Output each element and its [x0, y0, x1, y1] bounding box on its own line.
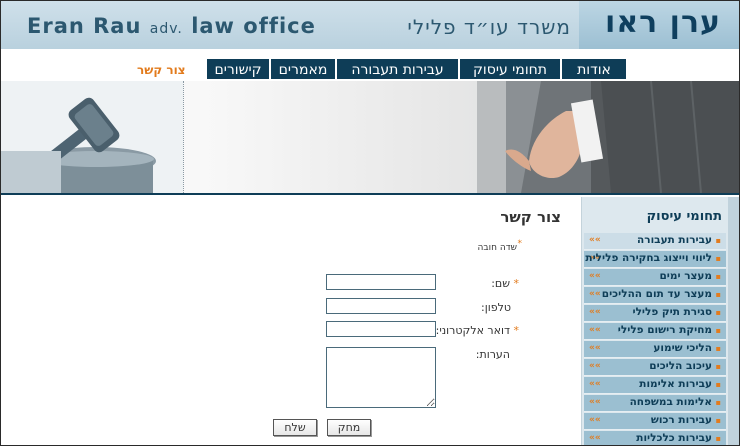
submit-button[interactable]: שלח — [273, 419, 317, 436]
tab-articles[interactable]: מאמרים — [270, 58, 336, 80]
hebrew-name: ערן ראו — [605, 5, 721, 40]
name-required-star: * — [513, 277, 520, 290]
english-suffix: law office — [191, 14, 316, 38]
required-star: * — [517, 239, 523, 249]
double-arrow-icon: «« — [589, 415, 601, 425]
double-arrow-icon: «« — [589, 307, 601, 317]
sidebar-item[interactable]: «« ▪ אלימות במשפחה — [584, 395, 726, 412]
sidebar-item[interactable]: «« ▪ עבירות תעבורה — [584, 233, 726, 250]
notes-label: הערות: — [475, 348, 510, 361]
sidebar-item-label: אלימות במשפחה — [629, 396, 712, 408]
bullet-icon: ▪ — [715, 416, 721, 425]
email-required-star: * — [513, 324, 520, 337]
bullet-icon: ▪ — [715, 344, 721, 353]
double-arrow-icon: «« — [589, 271, 601, 281]
nav-contact-link[interactable]: צור קשר — [137, 63, 186, 77]
bullet-icon: ▪ — [715, 254, 721, 263]
sidebar-item[interactable]: «« ▪ מעצר ימים — [584, 269, 726, 286]
email-field[interactable] — [326, 321, 436, 337]
bullet-icon: ▪ — [715, 398, 721, 407]
bullet-icon: ▪ — [715, 236, 721, 245]
english-logo[interactable]: Eran Rau adv. law office — [27, 14, 316, 38]
sidebar-item[interactable]: «« ▪ מעצר עד תום ההליכים — [584, 287, 726, 304]
sidebar-title: תחומי עיסוק — [646, 209, 722, 224]
tab-traffic-offenses[interactable]: עבירות תעבורה — [336, 58, 459, 80]
phone-label: טלפון: — [481, 301, 511, 314]
notes-field[interactable] — [326, 347, 436, 408]
tab-practice-areas[interactable]: תחומי עיסוק — [459, 58, 561, 80]
email-label: * דואר אלקטרוני: — [435, 324, 520, 337]
double-arrow-icon: «« — [589, 289, 601, 299]
sidebar-item[interactable]: «« ▪ עבירות אלימות — [584, 377, 726, 394]
bullet-icon: ▪ — [715, 380, 721, 389]
sidebar-scrollbar[interactable] — [728, 197, 739, 445]
sidebar-item[interactable]: «« ▪ סגירת תיק פלילי — [584, 305, 726, 322]
hebrew-subtitle: משרד עו״ד פלילי — [407, 15, 571, 39]
sidebar-item-label: עבירות אלימות — [639, 378, 712, 390]
sidebar-item-label: עבירות רכוש — [650, 414, 712, 426]
practice-areas-sidebar: תחומי עיסוק «« ▪ עבירות תעבורה «« ▪ ליווי ויי… — [581, 197, 728, 445]
double-arrow-icon: «« — [589, 361, 601, 371]
sidebar-item[interactable]: «« ▪ עבירות רכוש — [584, 413, 726, 430]
double-arrow-icon: «« — [589, 379, 601, 389]
english-adv: adv. — [149, 21, 183, 37]
clear-button[interactable]: מחק — [327, 419, 371, 436]
page-title: צור קשר — [500, 208, 561, 226]
sidebar-item-label: מחיקת רישום פלילי — [617, 324, 712, 336]
sidebar-item-label: מעצר עד תום ההליכים — [601, 288, 712, 300]
sidebar-item-label: עבירות כלכליות — [636, 432, 712, 444]
bullet-icon: ▪ — [715, 272, 721, 281]
sidebar-item-label: הליכי שימוע — [653, 342, 712, 354]
required-note-text: שדה חובה — [477, 243, 517, 253]
site-header: Eran Rau adv. law office משרד עו״ד פלילי… — [1, 1, 739, 49]
english-name: Eran Rau — [27, 14, 142, 38]
gavel-icon — [1, 81, 183, 193]
double-arrow-icon: «« — [589, 397, 601, 407]
sidebar-item-label: עבירות תעבורה — [637, 234, 712, 246]
sidebar-item-label: ליווי וייצוג בחקירה פלילית — [585, 252, 712, 264]
double-arrow-icon: «« — [589, 235, 601, 245]
tab-about[interactable]: אודות — [561, 58, 627, 80]
banner-divider — [183, 81, 184, 193]
double-arrow-icon: «« — [589, 325, 601, 335]
main-nav: צור קשר קישורים מאמרים עבירות תעבורה תחו… — [1, 49, 739, 81]
page-frame: Eran Rau adv. law office משרד עו״ד פלילי… — [0, 0, 740, 446]
sidebar-item[interactable]: «« ▪ ליווי וייצוג בחקירה פלילית — [584, 251, 726, 268]
double-arrow-icon: «« — [589, 433, 601, 443]
bullet-icon: ▪ — [715, 326, 721, 335]
sidebar-item[interactable]: «« ▪ עיכוב הליכים — [584, 359, 726, 376]
sidebar-item-label: סגירת תיק פלילי — [632, 306, 712, 318]
double-arrow-icon: «« — [589, 343, 601, 353]
hebrew-logo-block[interactable]: ערן ראו — [579, 1, 739, 49]
banner-bottom-line — [1, 193, 739, 195]
sidebar-item[interactable]: «« ▪ עבירות כלכליות — [584, 431, 726, 445]
tab-links[interactable]: קישורים — [206, 58, 270, 80]
bullet-icon: ▪ — [715, 362, 721, 371]
name-label: * שם: — [491, 277, 519, 290]
header-banner — [1, 81, 739, 193]
sidebar-item[interactable]: «« ▪ מחיקת רישום פלילי — [584, 323, 726, 340]
sidebar-item[interactable]: «« ▪ הליכי שימוע — [584, 341, 726, 358]
handshake-image — [477, 81, 739, 193]
phone-field[interactable] — [326, 298, 436, 314]
sidebar-item-label: עיכוב הליכים — [649, 360, 712, 372]
bullet-icon: ▪ — [715, 434, 721, 443]
required-note: * שדה חובה — [477, 239, 522, 253]
banner-illustration — [1, 81, 739, 193]
sidebar-item-label: מעצר ימים — [659, 270, 712, 282]
bullet-icon: ▪ — [715, 308, 721, 317]
name-field[interactable] — [326, 274, 436, 290]
bullet-icon: ▪ — [715, 290, 721, 299]
